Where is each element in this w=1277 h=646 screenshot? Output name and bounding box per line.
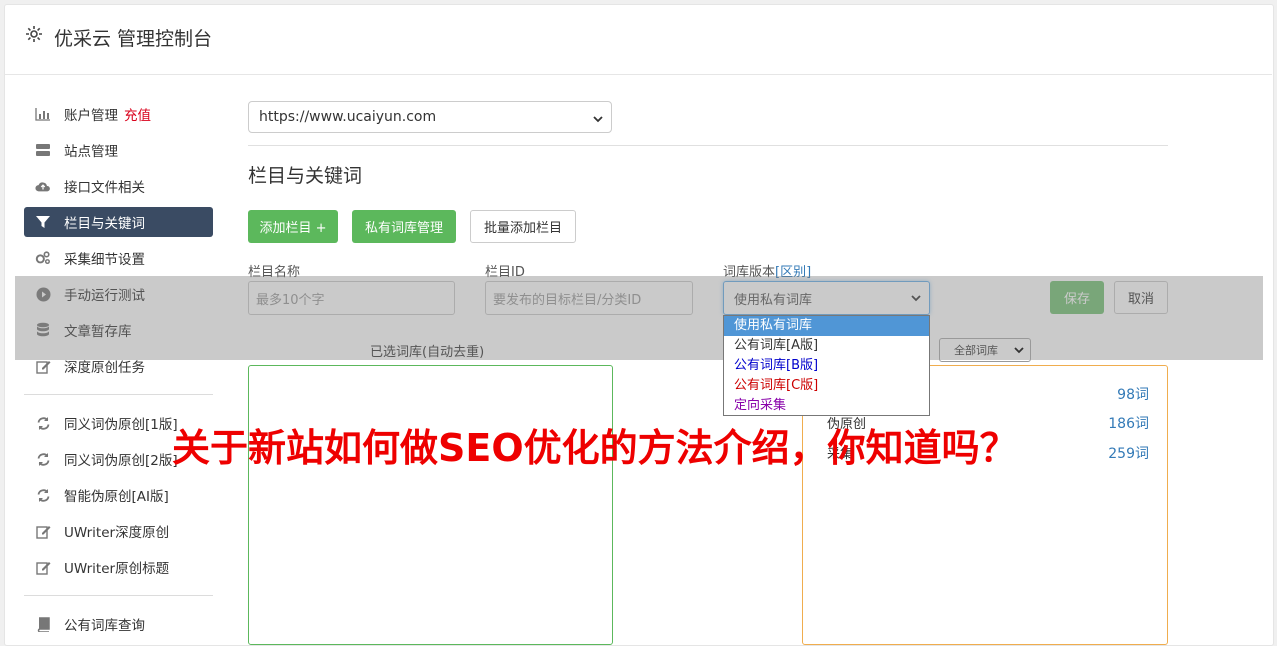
sidebar-item-label: 采集细节设置 <box>64 252 145 268</box>
sidebar-divider <box>24 394 213 395</box>
chevron-down-icon <box>1014 345 1024 358</box>
edit-icon <box>35 559 51 575</box>
lib-count: 259词 <box>1108 446 1149 462</box>
filter-icon <box>35 214 51 230</box>
sidebar-item-uwriter-original[interactable]: UWriter深度原创 <box>24 516 213 546</box>
sidebar-item-label: UWriter深度原创 <box>64 525 170 541</box>
selected-lib-panel[interactable] <box>248 365 613 645</box>
site-select-value: https://www.ucaiyun.com <box>259 109 437 125</box>
sidebar-item-collect-settings[interactable]: 采集细节设置 <box>24 243 213 273</box>
dropdown-option-directed[interactable]: 定向采集 <box>724 396 929 416</box>
cloud-upload-icon <box>35 178 51 194</box>
section-divider <box>248 145 1168 146</box>
cogs-icon <box>35 250 51 266</box>
sidebar-item-label: 公有词库查询 <box>64 618 145 634</box>
sidebar-item-interface[interactable]: 接口文件相关 <box>24 171 213 201</box>
batch-add-button[interactable]: 批量添加栏目 <box>470 210 576 243</box>
sidebar-item-label: 站点管理 <box>64 144 118 160</box>
server-icon <box>35 142 51 158</box>
all-lib-select-value: 全部词库 <box>954 344 998 357</box>
private-lib-button[interactable]: 私有词库管理 <box>352 210 456 243</box>
lib-count: 98词 <box>1117 387 1149 403</box>
watermark-caption: 关于新站如何做SEO优化的方法介绍，你知道吗？ <box>172 426 1018 470</box>
book-icon <box>35 616 51 632</box>
edit-icon <box>35 358 51 374</box>
chevron-down-icon <box>593 112 603 128</box>
recharge-link[interactable]: 充值 <box>124 104 151 124</box>
dropdown-option-private[interactable]: 使用私有词库 <box>724 316 929 336</box>
sidebar-item-account[interactable]: 账户管理 充值 <box>24 99 213 129</box>
sidebar-item-label: 账户管理 <box>64 108 118 124</box>
gear-icon <box>24 24 44 44</box>
sidebar-item-label: 同义词伪原创[2版] <box>64 453 178 469</box>
sidebar-item-public-lib-query[interactable]: 公有词库查询 <box>24 609 213 639</box>
sidebar-item-sites[interactable]: 站点管理 <box>24 135 213 165</box>
sidebar-divider <box>24 595 213 596</box>
bar-chart-icon <box>35 106 51 122</box>
refresh-icon <box>35 451 51 467</box>
sidebar-item-label: 栏目与关键词 <box>64 216 145 232</box>
dropdown-option-public-a[interactable]: 公有词库[A版] <box>724 336 929 356</box>
sidebar-item-ai-rewrite[interactable]: 智能伪原创[AI版] <box>24 480 213 510</box>
refresh-icon <box>35 415 51 431</box>
edit-icon <box>35 523 51 539</box>
sidebar-item-label: 接口文件相关 <box>64 180 145 196</box>
all-lib-select[interactable]: 全部词库 <box>939 338 1031 362</box>
dropdown-option-public-b[interactable]: 公有词库[B版] <box>724 356 929 376</box>
lib-count: 186词 <box>1108 416 1149 432</box>
gray-overlay-band <box>15 276 1263 360</box>
app-title: 优采云 管理控制台 <box>54 28 213 50</box>
site-select[interactable]: https://www.ucaiyun.com <box>248 101 612 133</box>
dropdown-option-public-c[interactable]: 公有词库[C版] <box>724 376 929 396</box>
sidebar-item-label: 同义词伪原创[1版] <box>64 417 178 433</box>
sidebar-item-uwriter-title[interactable]: UWriter原创标题 <box>24 552 213 582</box>
sidebar-item-label: 智能伪原创[AI版] <box>64 489 169 505</box>
add-column-button[interactable]: 添加栏目 + <box>248 210 338 243</box>
page-header: 优采云 管理控制台 <box>4 4 1272 75</box>
sidebar-item-label: UWriter原创标题 <box>64 561 170 577</box>
selected-lib-label: 已选词库(自动去重) <box>370 345 485 360</box>
refresh-icon <box>35 487 51 503</box>
sidebar-item-columns-keywords[interactable]: 栏目与关键词 <box>24 207 213 237</box>
lib-version-dropdown: 使用私有词库 公有词库[A版] 公有词库[B版] 公有词库[C版] 定向采集 <box>723 315 930 416</box>
section-title: 栏目与关键词 <box>248 165 363 187</box>
